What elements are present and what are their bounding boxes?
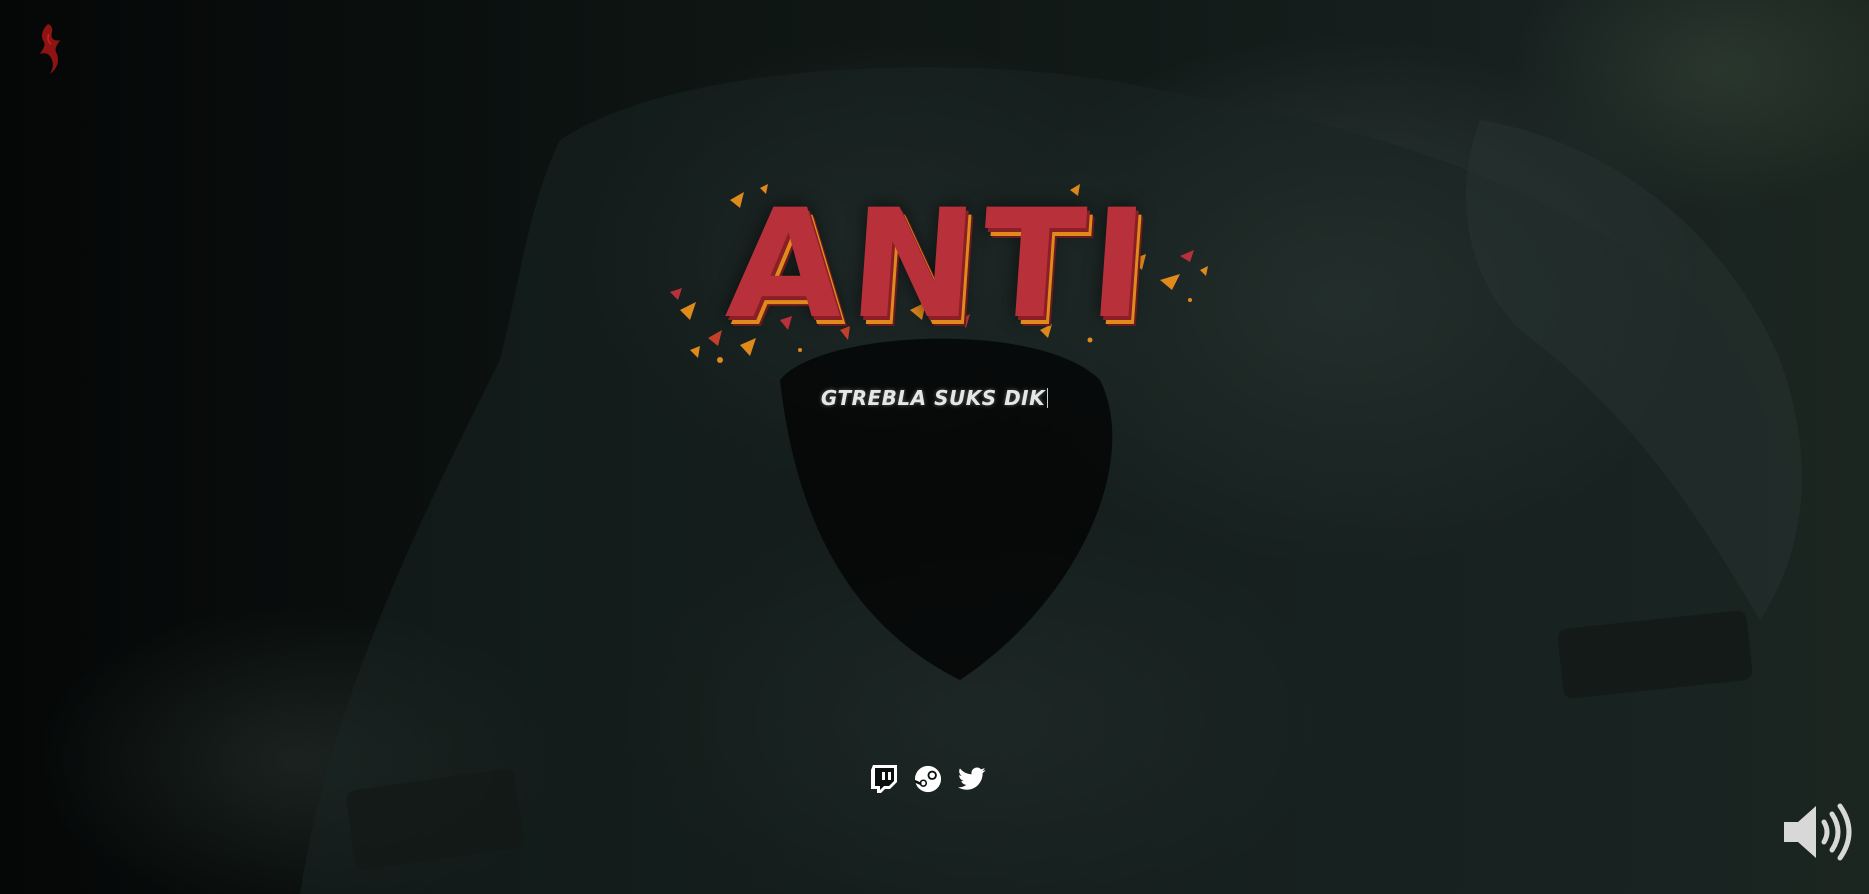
typing-cursor xyxy=(1047,388,1049,408)
twitter-icon xyxy=(958,767,986,790)
background: ANTI GTREBLA SUKS DIK xyxy=(0,0,1869,894)
tagline: GTREBLA SUKS DIK xyxy=(0,386,1869,410)
tagline-text: GTREBLA SUKS DIK xyxy=(820,386,1046,410)
background-figure xyxy=(300,67,1812,894)
twitch-icon xyxy=(871,765,897,793)
title-logo: ANTI xyxy=(660,170,1220,380)
twitch-link[interactable] xyxy=(870,764,898,794)
social-links xyxy=(870,764,986,794)
corner-logo-icon[interactable] xyxy=(32,20,68,76)
steam-link[interactable] xyxy=(914,764,942,794)
title-text: ANTI xyxy=(722,178,1158,352)
steam-icon xyxy=(914,765,942,793)
twitter-link[interactable] xyxy=(958,764,986,794)
volume-up-icon[interactable] xyxy=(1782,800,1854,864)
